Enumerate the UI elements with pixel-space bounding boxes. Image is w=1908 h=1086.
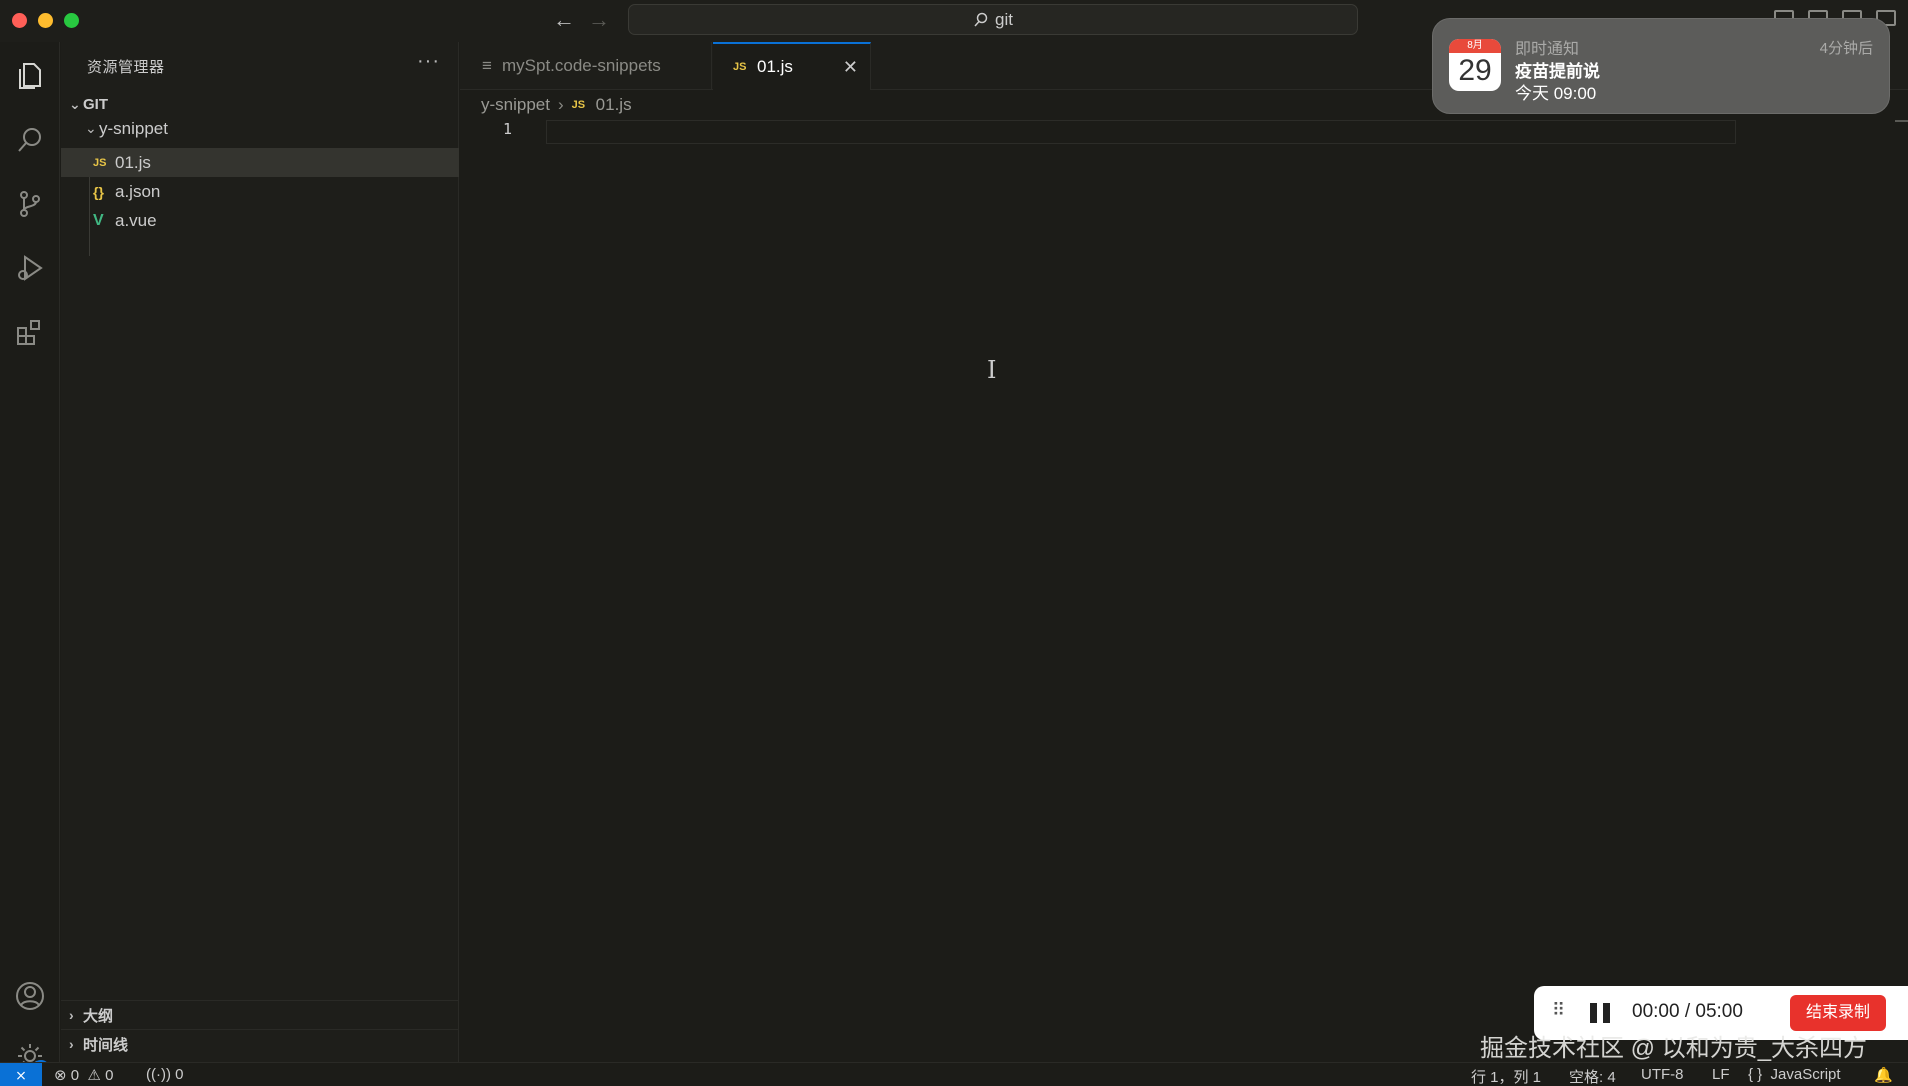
files-icon (19, 63, 41, 89)
command-center-text: git (995, 9, 1013, 29)
pause-bar (1590, 1003, 1597, 1023)
notification-app-name: 即时通知 (1515, 41, 1580, 58)
tab-01-js[interactable]: JS 01.js ✕ (713, 42, 871, 90)
chevron-right-icon: › (69, 1007, 74, 1023)
error-icon: ⊗ (54, 1067, 67, 1084)
extensions-icon (17, 320, 40, 345)
braces-icon: { } (1748, 1066, 1767, 1083)
run-debug-activity-button[interactable] (0, 238, 60, 298)
stop-recording-button[interactable]: 结束录制 (1790, 995, 1886, 1031)
ports-count: 0 (175, 1066, 184, 1083)
javascript-file-icon: JS (733, 61, 747, 73)
section-label: 时间线 (83, 1036, 129, 1054)
recording-separator: / (1684, 1001, 1691, 1022)
minimize-window-button[interactable] (38, 13, 53, 28)
section-label: 大纲 (83, 1007, 114, 1025)
tab-label: 01.js (757, 57, 793, 76)
breadcrumb: y-snippet › JS 01.js (481, 93, 632, 117)
encoding-status[interactable]: UTF-8 (1641, 1066, 1684, 1083)
recording-timer: 00:00 / 05:00 (1632, 1001, 1743, 1023)
file-label: a.json (115, 181, 161, 201)
bell-icon[interactable]: 🔔 (1874, 1066, 1893, 1084)
overview-ruler-mark (1895, 120, 1908, 122)
recording-total: 05:00 (1695, 1001, 1743, 1022)
watermark-text: 掘金技术社区 @ 以和为贵_大杀四方 (1480, 1035, 1868, 1062)
text-cursor-icon: I (987, 356, 997, 384)
file-item-a-json[interactable]: {} a.json (61, 177, 459, 206)
folder-label: GIT (83, 96, 108, 113)
editor-text-area[interactable] (546, 120, 1736, 144)
chevron-down-icon: ⌄ (85, 120, 97, 136)
breadcrumb-folder[interactable]: y-snippet (481, 95, 550, 115)
outline-section-header[interactable]: › 大纲 (61, 1000, 459, 1029)
file-item-a-vue[interactable]: V a.vue (61, 206, 459, 235)
source-control-icon (20, 191, 40, 217)
json-file-icon: {} (93, 183, 104, 200)
close-icon[interactable]: ✕ (843, 57, 858, 78)
notification-time: 4分钟后 (1819, 40, 1873, 57)
run-debug-icon (18, 255, 43, 281)
eol-status[interactable]: LF (1712, 1066, 1730, 1083)
problems-status[interactable]: ⊗ 0 ⚠ 0 (54, 1066, 113, 1084)
language-label: JavaScript (1770, 1066, 1841, 1083)
drag-handle-icon[interactable]: ⠿ (1552, 1000, 1565, 1021)
recording-elapsed: 00:00 (1632, 1001, 1680, 1022)
file-label: a.vue (115, 210, 157, 230)
javascript-file-icon: JS (571, 99, 586, 111)
back-arrow-icon[interactable]: ← (551, 8, 577, 34)
status-bar: ⨯ ⊗ 0 ⚠ 0 ((·)) 0 行 1，列 1 空格: 4 UTF-8 LF… (0, 1062, 1908, 1086)
cursor-position-status[interactable]: 行 1，列 1 (1471, 1066, 1541, 1086)
error-count: 0 (70, 1067, 80, 1084)
folder-label: y-snippet (99, 118, 168, 138)
explorer-sidebar: 资源管理器 ··· ⌄ GIT ⌄ y-snippet JS 01.js {} … (61, 42, 459, 1062)
warning-count: 0 (105, 1067, 114, 1084)
tab-myspt-code-snippets[interactable]: ≡ mySpt.code-snippets (460, 42, 712, 90)
file-label: 01.js (115, 152, 151, 172)
chevron-right-icon: › (69, 1036, 74, 1052)
explorer-activity-button[interactable] (0, 46, 60, 106)
language-mode-status[interactable]: { } JavaScript (1748, 1066, 1841, 1083)
account-icon (16, 982, 44, 1010)
calendar-day: 29 (1458, 54, 1492, 87)
calendar-month: 8月 (1449, 39, 1501, 53)
breadcrumb-file[interactable]: 01.js (596, 95, 632, 115)
line-number: 1 (502, 120, 512, 138)
zoom-window-button[interactable] (64, 13, 79, 28)
folder-y-snippet[interactable]: ⌄ y-snippet (61, 114, 459, 143)
command-center-search[interactable]: git (628, 4, 1358, 35)
accounts-activity-button[interactable] (0, 966, 60, 1026)
notification-body: 今天 09:00 (1515, 84, 1597, 103)
calendar-notification[interactable]: 8月 29 即时通知 4分钟后 疫苗提前说 今天 09:00 (1432, 18, 1890, 114)
more-actions-icon[interactable]: ··· (417, 50, 440, 73)
extensions-activity-button[interactable] (0, 302, 60, 362)
search-activity-button[interactable] (0, 110, 60, 170)
ports-status[interactable]: ((·)) 0 (146, 1066, 184, 1083)
file-item-01-js[interactable]: JS 01.js (61, 148, 459, 177)
chevron-right-icon: › (557, 95, 564, 114)
activity-bar: 1 (0, 42, 60, 1078)
indentation-status[interactable]: 空格: 4 (1569, 1066, 1616, 1086)
close-window-button[interactable] (12, 13, 27, 28)
vue-file-icon: V (93, 211, 104, 229)
warning-icon: ⚠ (83, 1067, 101, 1084)
search-icon (974, 12, 988, 26)
tab-label: mySpt.code-snippets (502, 56, 661, 75)
javascript-file-icon: JS (93, 156, 107, 169)
calendar-app-icon: 8月 29 (1449, 39, 1501, 91)
timeline-section-header[interactable]: › 时间线 (61, 1029, 459, 1058)
sidebar-title: 资源管理器 (87, 59, 165, 76)
pause-button[interactable] (1590, 1003, 1612, 1023)
source-control-activity-button[interactable] (0, 174, 60, 234)
snippets-file-icon: ≡ (482, 56, 492, 75)
remote-indicator-icon[interactable]: ⨯ (0, 1063, 42, 1086)
chevron-down-icon: ⌄ (69, 96, 81, 112)
search-icon (18, 128, 41, 152)
forward-arrow-icon[interactable]: → (586, 8, 612, 34)
broadcast-icon: ((·)) (146, 1066, 171, 1083)
pause-bar (1603, 1003, 1610, 1023)
